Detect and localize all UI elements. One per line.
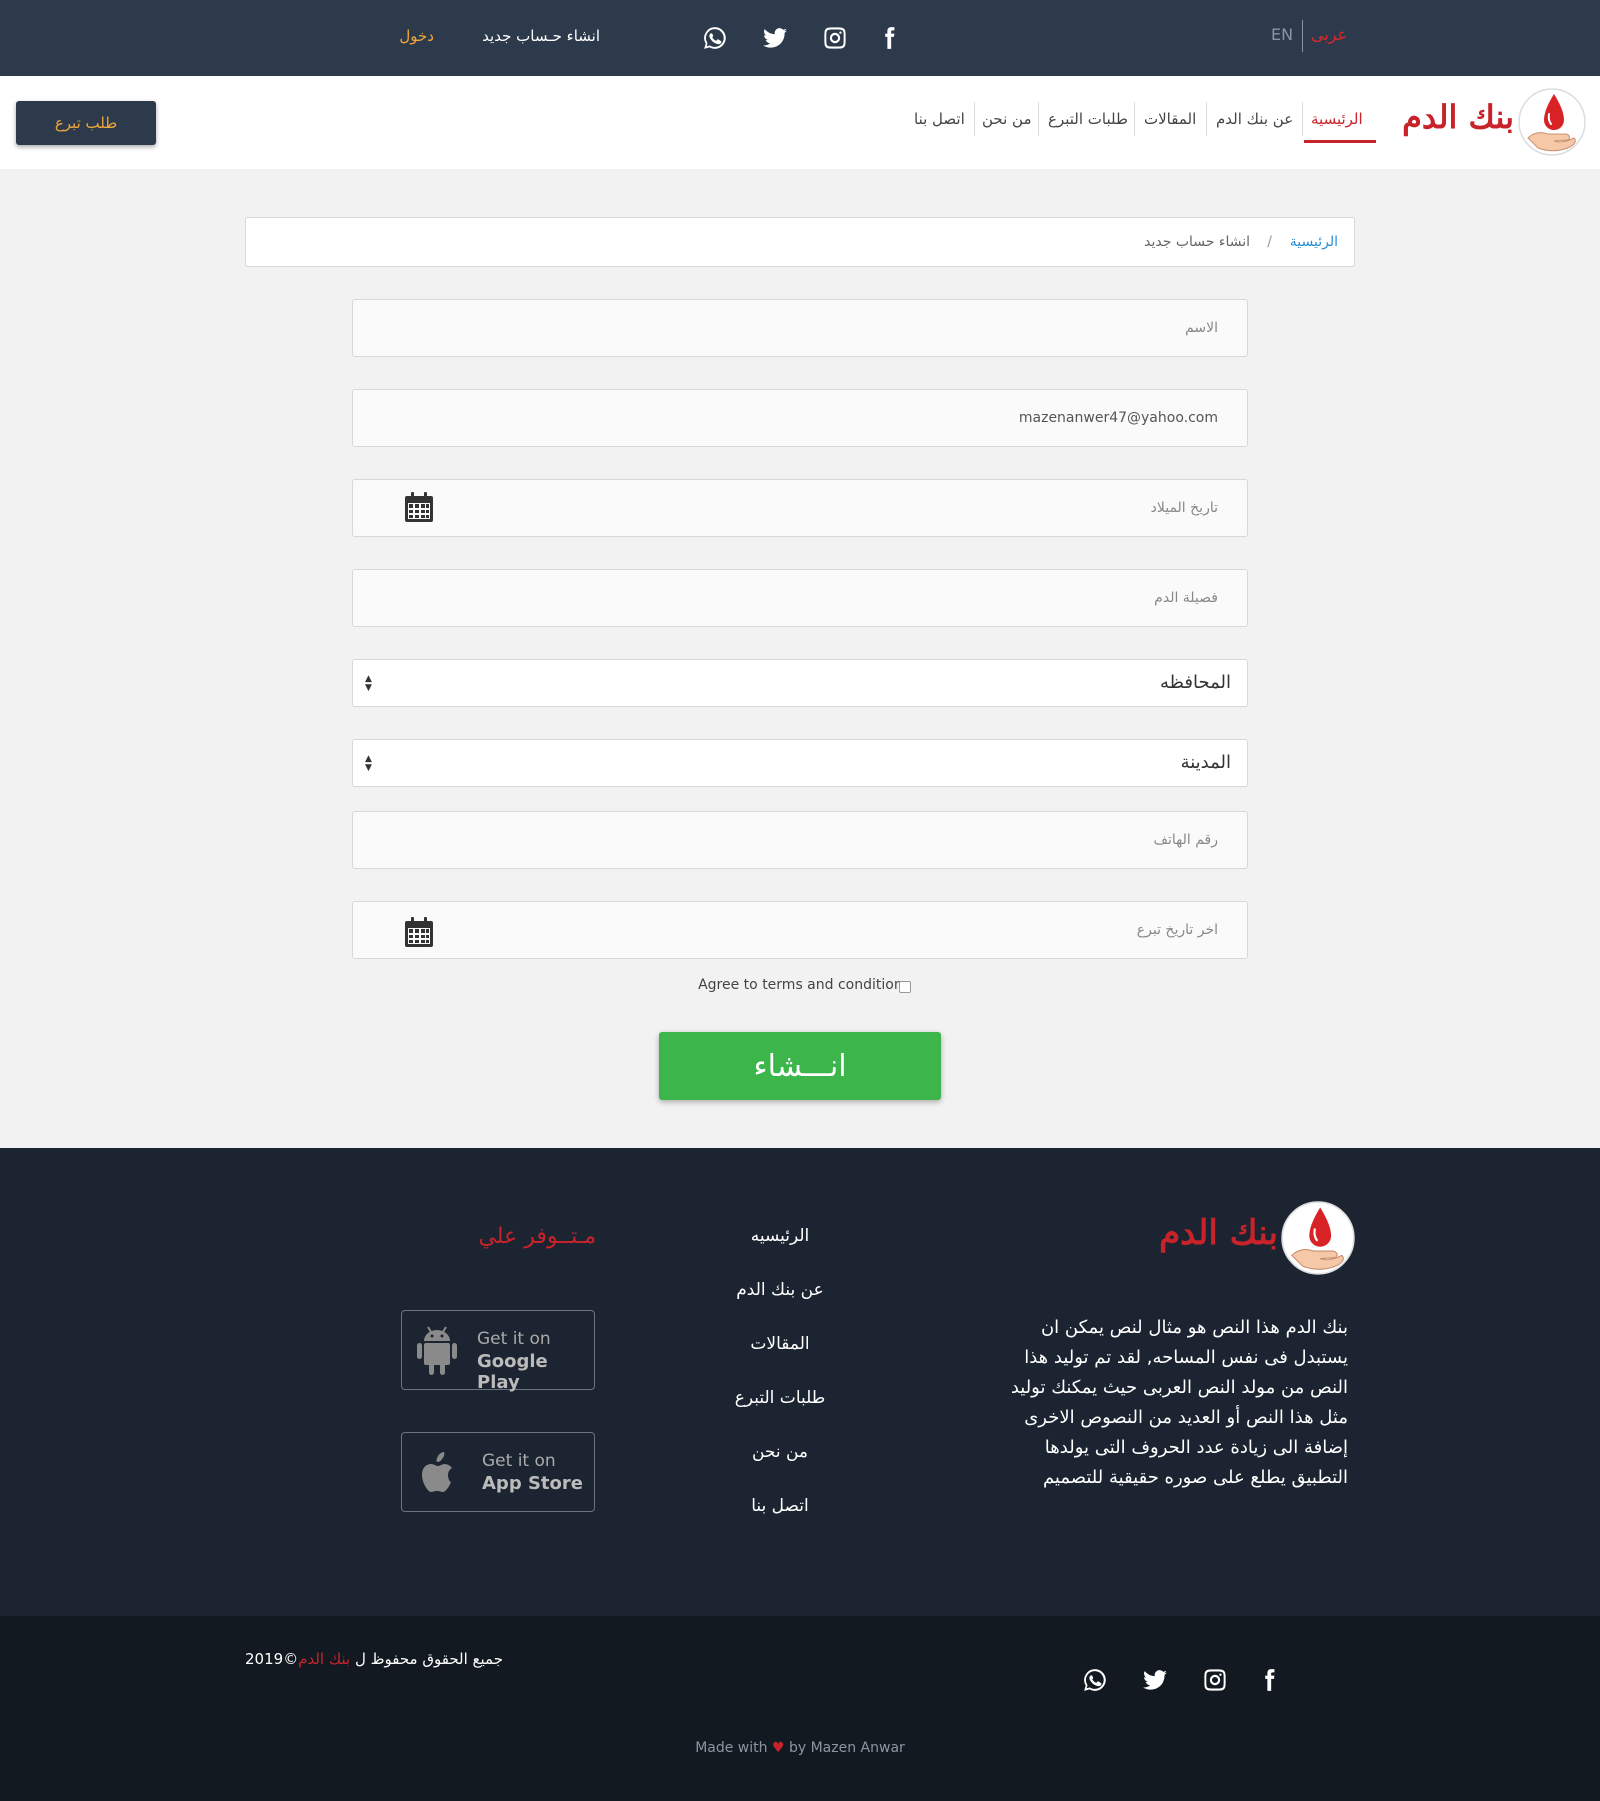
calendar-icon[interactable] <box>404 916 434 948</box>
made-with-suffix: by Mazen Anwar <box>788 1740 905 1756</box>
brand-title[interactable]: بنك الدم <box>1392 98 1514 136</box>
breadcrumb: الرئيسية / انشاء حساب جديد <box>245 217 1355 267</box>
donation-request-button[interactable]: طلب تبرع <box>16 101 156 145</box>
footer-brand-title: بنك الدم <box>1159 1213 1278 1253</box>
nav-divider <box>1302 102 1303 136</box>
google-play-small-text: Get it on <box>477 1329 551 1349</box>
terms-checkbox[interactable] <box>899 981 911 993</box>
terms-label: Agree to terms and conditions <box>698 977 910 993</box>
select-arrows-icon: ▲ ▼ <box>365 674 372 693</box>
phone-field[interactable] <box>352 811 1248 869</box>
google-play-big-text: Google Play <box>477 1351 548 1393</box>
android-icon <box>417 1326 457 1375</box>
google-play-button[interactable]: Get it on Google Play <box>401 1310 595 1393</box>
login-link[interactable]: دخول <box>390 27 434 45</box>
language-separator <box>1302 20 1303 52</box>
facebook-icon[interactable] <box>1255 1666 1283 1694</box>
governorate-select-label: المحافظه <box>1159 672 1231 693</box>
breadcrumb-current: انشاء حساب جديد <box>1144 234 1250 250</box>
footer-link-contact[interactable]: اتصل بنا <box>700 1496 860 1550</box>
whatsapp-icon[interactable] <box>1081 1666 1109 1694</box>
instagram-icon[interactable] <box>1201 1666 1229 1694</box>
made-with-prefix: Made with <box>695 1740 768 1756</box>
bottom-bar: جميع الحقوق محفوظ ل بنك الدم©2019 Made w… <box>0 1616 1600 1801</box>
nav-item-donation-requests[interactable]: طلبات التبرع <box>1048 110 1128 128</box>
app-store-button[interactable]: Get it on App Store <box>401 1432 595 1512</box>
copyright-year: ©2019 <box>245 1650 299 1668</box>
select-arrows-icon: ▲ ▼ <box>365 754 372 773</box>
apple-icon <box>422 1452 452 1492</box>
city-select[interactable]: المدينة ▲ ▼ <box>352 739 1248 787</box>
made-with-credit: Made with ♥ by Mazen Anwar <box>600 1740 1000 1756</box>
nav-divider <box>1206 102 1207 136</box>
calendar-icon[interactable] <box>404 491 434 523</box>
breadcrumb-separator: / <box>1267 234 1272 250</box>
whatsapp-icon[interactable] <box>701 24 729 52</box>
footer-link-donation-requests[interactable]: طلبات التبرع <box>700 1388 860 1442</box>
nav-active-underline <box>1304 140 1376 143</box>
email-field[interactable] <box>352 389 1248 447</box>
copyright-prefix: جميع الحقوق محفوظ ل <box>354 1650 503 1668</box>
nav-item-contact[interactable]: اتصل بنا <box>914 110 965 128</box>
footer: بنك الدم بنك الدم هذا النص هو مثال لنص ي… <box>0 1148 1600 1616</box>
instagram-icon[interactable] <box>821 24 849 52</box>
name-field[interactable] <box>352 299 1248 357</box>
app-store-small-text: Get it on <box>482 1451 556 1471</box>
create-account-button[interactable]: انـــشاء <box>659 1032 941 1100</box>
language-arabic-link[interactable]: عربى <box>1311 25 1347 44</box>
footer-links: الرئيسيه عن بنك الدم المقالات طلبات التب… <box>700 1226 860 1550</box>
footer-link-about-blood-bank[interactable]: عن بنك الدم <box>700 1280 860 1334</box>
main-navbar: بنك الدم الرئيسية عن بنك الدم المقالات ط… <box>0 76 1600 169</box>
blood-type-field[interactable] <box>352 569 1248 627</box>
nav-item-about-us[interactable]: من نحن <box>982 110 1032 128</box>
nav-divider <box>1038 102 1039 136</box>
twitter-icon[interactable] <box>1141 1666 1169 1694</box>
city-select-label: المدينة <box>1180 752 1231 773</box>
copyright-text: جميع الحقوق محفوظ ل بنك الدم©2019 <box>245 1650 503 1668</box>
copyright-brand: بنك الدم <box>298 1650 351 1668</box>
governorate-select[interactable]: المحافظه ▲ ▼ <box>352 659 1248 707</box>
top-bar: عربى EN انشاء حـساب جديد دخول <box>0 0 1600 76</box>
facebook-icon[interactable] <box>875 24 903 52</box>
nav-divider <box>1134 102 1135 136</box>
twitter-icon[interactable] <box>761 24 789 52</box>
breadcrumb-home-link[interactable]: الرئيسية <box>1290 234 1338 250</box>
birthdate-field[interactable] <box>352 479 1248 537</box>
register-link[interactable]: انشاء حـساب جديد <box>470 27 600 45</box>
blood-drop-logo-icon <box>1281 1201 1355 1275</box>
language-english-link[interactable]: EN <box>1271 25 1293 44</box>
nav-item-about-blood-bank[interactable]: عن بنك الدم <box>1216 110 1293 128</box>
blood-drop-logo-icon[interactable] <box>1518 84 1586 160</box>
last-donation-date-field[interactable] <box>352 901 1248 959</box>
nav-item-articles[interactable]: المقالات <box>1144 110 1196 128</box>
heart-icon: ♥ <box>771 1740 785 1756</box>
app-store-big-text: App Store <box>482 1473 583 1494</box>
footer-link-articles[interactable]: المقالات <box>700 1334 860 1388</box>
nav-divider <box>974 102 975 136</box>
footer-link-about-us[interactable]: من نحن <box>700 1442 860 1496</box>
footer-link-home[interactable]: الرئيسيه <box>700 1226 860 1280</box>
nav-item-home[interactable]: الرئيسية <box>1311 110 1363 128</box>
available-on-heading: مـتــوفر علي <box>478 1224 596 1249</box>
footer-about-text: بنك الدم هذا النص هو مثال لنص يمكن ان يس… <box>1010 1317 1348 1488</box>
